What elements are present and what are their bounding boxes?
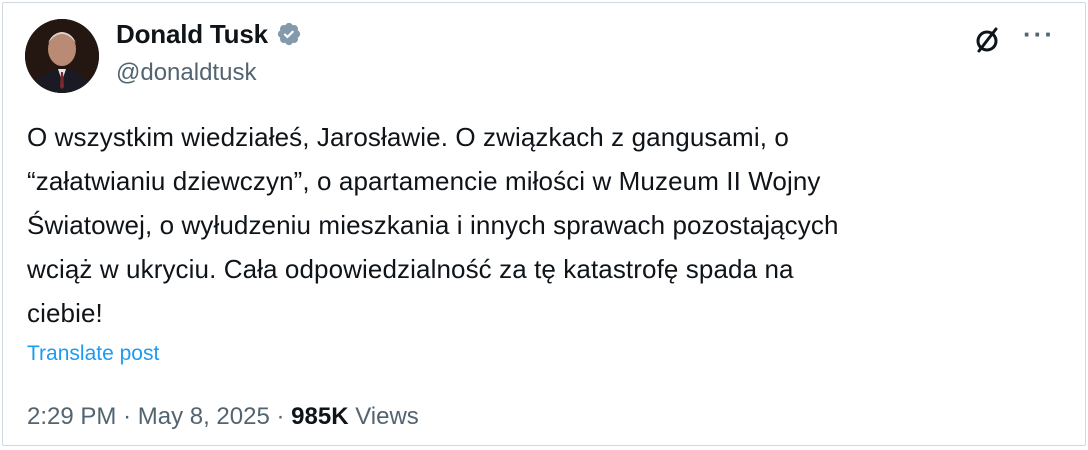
post-date[interactable]: May 8, 2025	[138, 403, 270, 430]
author-name[interactable]: Donald Tusk	[116, 17, 302, 51]
tweet-card: Donald Tusk @donaldtusk ··· O wszystkim …	[2, 2, 1086, 446]
tweet-text-line: ciebie!	[27, 298, 103, 328]
tweet-text-line: wciąż w ukryciu. Cała odpowiedzialność z…	[27, 254, 794, 284]
ellipsis-icon[interactable]: ···	[1021, 21, 1057, 57]
tweet-text-line: Światowej, o wyłudzeniu mieszkania i inn…	[27, 210, 839, 240]
tweet-text-line: “załatwianiu dziewczyn”, o apartamencie …	[27, 166, 821, 196]
tweet-text-line: O wszystkim wiedziałeś, Jarosławie. O zw…	[27, 122, 789, 152]
avatar[interactable]	[25, 19, 99, 93]
author-name-text[interactable]: Donald Tusk	[116, 17, 268, 51]
views-count[interactable]: 985K	[291, 403, 348, 430]
meta-separator: ·	[276, 403, 285, 430]
tweet-text: O wszystkim wiedziałeś, Jarosławie. O zw…	[27, 115, 1057, 335]
translate-post-link[interactable]: Translate post	[27, 339, 159, 369]
meta-separator: ·	[123, 403, 132, 430]
post-time[interactable]: 2:29 PM	[27, 403, 116, 430]
tweet-meta: 2:29 PM · May 8, 2025 · 985K Views	[27, 401, 419, 433]
author-handle[interactable]: @donaldtusk	[116, 57, 256, 89]
verified-badge-icon[interactable]	[276, 21, 302, 47]
avatar-image	[25, 19, 99, 93]
grok-slash-circle-icon[interactable]	[971, 23, 1005, 57]
views-label: Views	[355, 403, 419, 430]
